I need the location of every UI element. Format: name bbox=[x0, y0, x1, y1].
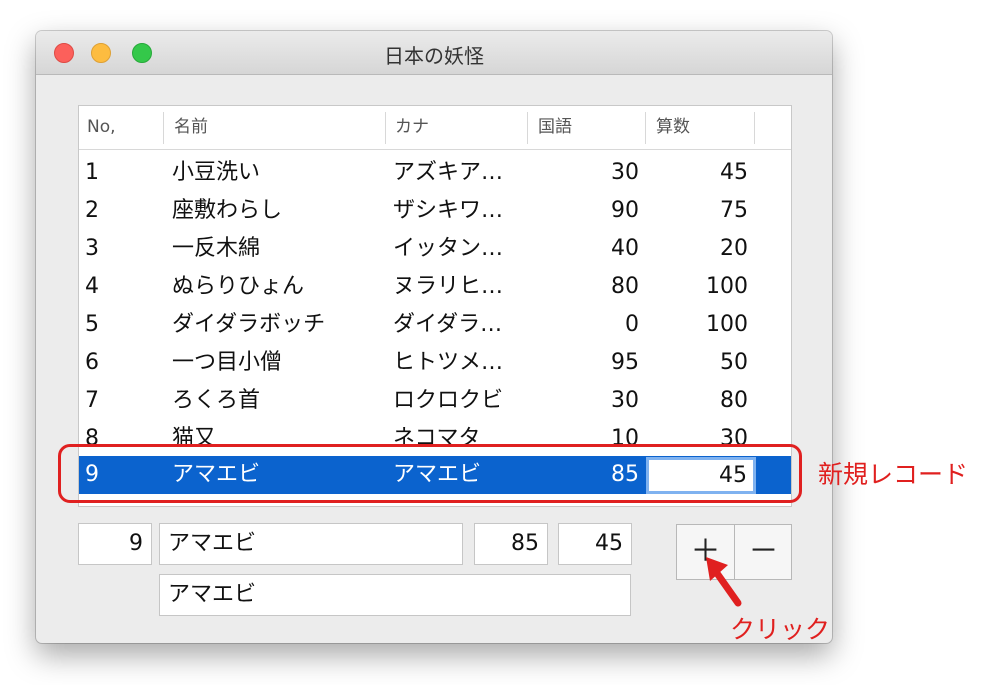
cell-kana: ヒトツメ… bbox=[393, 350, 504, 375]
cell-sansu: 100 bbox=[706, 312, 748, 337]
table-row[interactable]: 3 一反木綿 イッタン… 40 20 bbox=[79, 230, 791, 268]
cell-name: ろくろ首 bbox=[172, 388, 261, 413]
cell-name: 小豆洗い bbox=[172, 160, 261, 185]
cell-no: 1 bbox=[85, 160, 99, 185]
column-header-no[interactable]: No, bbox=[87, 106, 116, 149]
cell-kokugo: 0 bbox=[625, 312, 639, 337]
cell-no: 2 bbox=[85, 198, 99, 223]
cell-kana: ダイダラ… bbox=[393, 312, 503, 337]
column-header-sansu[interactable]: 算数 bbox=[656, 106, 690, 149]
new-record-annotation: 新規レコード bbox=[818, 460, 969, 489]
table-row[interactable]: 2 座敷わらし ザシキワ… 90 75 bbox=[79, 192, 791, 230]
table-row[interactable]: 5 ダイダラボッチ ダイダラ… 0 100 bbox=[79, 306, 791, 344]
table-row[interactable]: 7 ろくろ首 ロクロクビ 30 80 bbox=[79, 382, 791, 420]
cell-sansu: 50 bbox=[720, 350, 748, 375]
column-header-name[interactable]: 名前 bbox=[174, 106, 208, 149]
table-row[interactable]: 4 ぬらりひょん ヌラリヒ… 80 100 bbox=[79, 268, 791, 306]
cell-name: 一反木綿 bbox=[172, 236, 261, 261]
cell-kokugo: 90 bbox=[611, 198, 639, 223]
cell-name: ダイダラボッチ bbox=[172, 312, 326, 337]
column-divider bbox=[527, 112, 528, 144]
column-header-kokugo[interactable]: 国語 bbox=[538, 106, 572, 149]
cell-sansu: 75 bbox=[720, 198, 748, 223]
window-title: 日本の妖怪 bbox=[384, 44, 484, 68]
column-divider bbox=[163, 112, 164, 144]
new-record-highlight bbox=[58, 444, 802, 503]
cell-sansu: 100 bbox=[706, 274, 748, 299]
no-field[interactable]: 9 bbox=[78, 523, 152, 565]
cell-no: 6 bbox=[85, 350, 99, 375]
cell-kokugo: 95 bbox=[611, 350, 639, 375]
table-header: No, 名前 カナ 国語 算数 bbox=[79, 106, 791, 150]
cell-name: ぬらりひょん bbox=[172, 274, 305, 299]
table-row[interactable]: 6 一つ目小僧 ヒトツメ… 95 50 bbox=[79, 344, 791, 382]
cell-kokugo: 30 bbox=[611, 388, 639, 413]
cell-no: 7 bbox=[85, 388, 99, 413]
cell-kokugo: 80 bbox=[611, 274, 639, 299]
cell-no: 5 bbox=[85, 312, 99, 337]
cell-kana: ヌラリヒ… bbox=[393, 274, 504, 299]
title-bar[interactable]: 日本の妖怪 bbox=[36, 31, 832, 75]
cell-name: 座敷わらし bbox=[172, 198, 283, 223]
cell-kana: イッタン… bbox=[393, 236, 504, 261]
cell-kokugo: 40 bbox=[611, 236, 639, 261]
cell-no: 3 bbox=[85, 236, 99, 261]
kokugo-field[interactable]: 85 bbox=[474, 523, 548, 565]
cell-sansu: 80 bbox=[720, 388, 748, 413]
cell-kana: ザシキワ… bbox=[393, 198, 504, 223]
column-divider bbox=[385, 112, 386, 144]
table-row[interactable]: 1 小豆洗い アズキア… 30 45 bbox=[79, 154, 791, 192]
column-divider bbox=[645, 112, 646, 144]
cell-name: 一つ目小僧 bbox=[172, 350, 283, 375]
cell-sansu: 20 bbox=[720, 236, 748, 261]
cell-sansu: 45 bbox=[720, 160, 748, 185]
cell-kokugo: 30 bbox=[611, 160, 639, 185]
app-window: 日本の妖怪 No, 名前 カナ 国語 算数 1 小豆洗い アズキア… 30 45… bbox=[36, 31, 832, 643]
arrow-icon bbox=[706, 557, 742, 607]
name-field[interactable]: アマエビ bbox=[159, 523, 463, 565]
kana-field[interactable]: アマエビ bbox=[159, 574, 631, 616]
column-divider bbox=[754, 112, 755, 144]
cell-kana: アズキア… bbox=[393, 160, 504, 185]
cell-no: 4 bbox=[85, 274, 99, 299]
column-header-kana[interactable]: カナ bbox=[395, 106, 429, 149]
sansu-field[interactable]: 45 bbox=[558, 523, 632, 565]
cell-kana: ロクロクビ bbox=[393, 388, 504, 413]
